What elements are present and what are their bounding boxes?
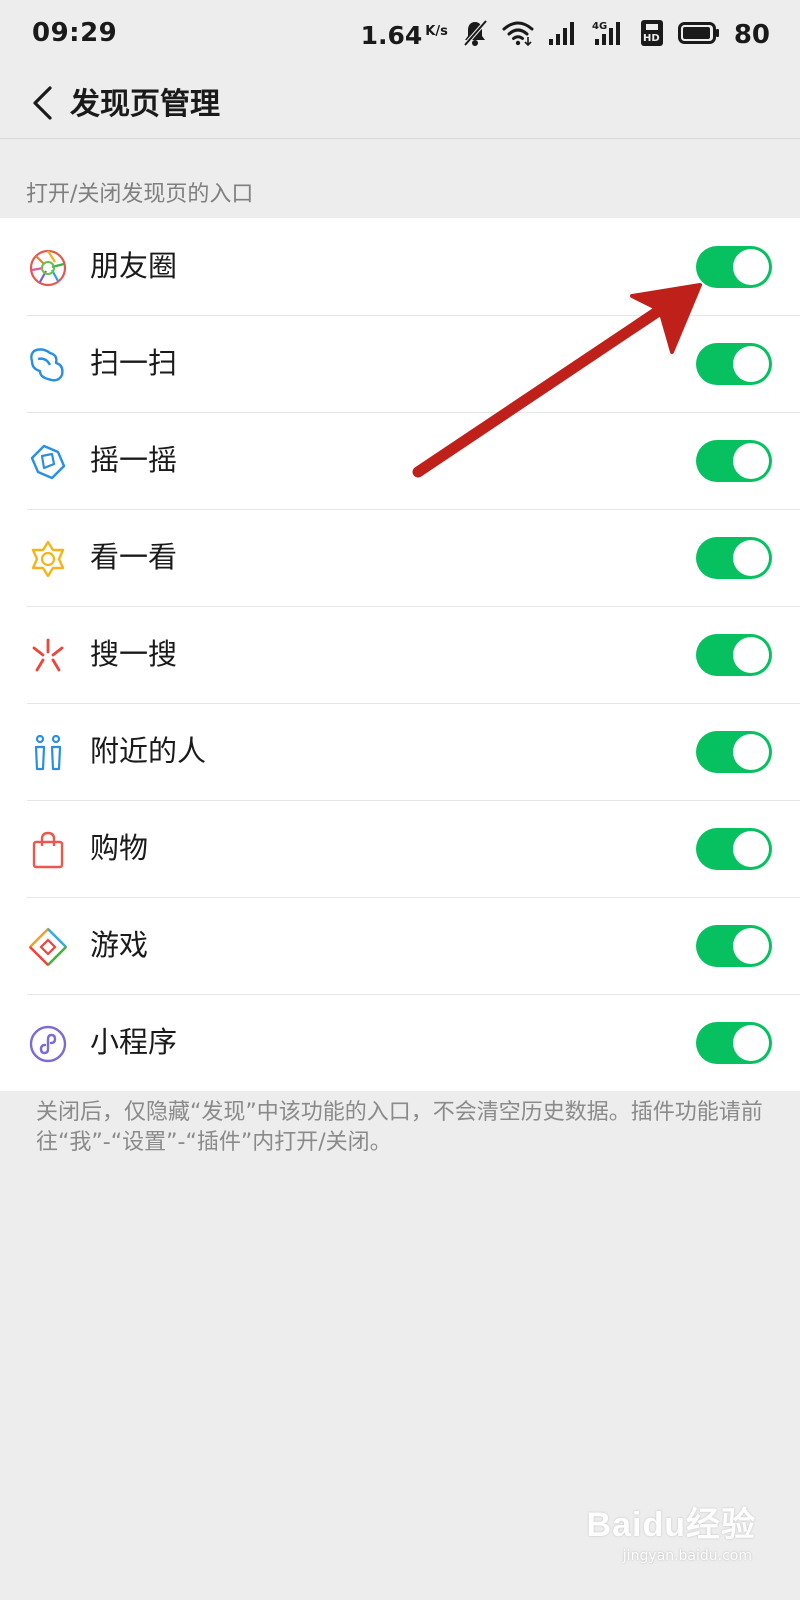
nearby-toggle[interactable]: [696, 731, 772, 773]
svg-text:4G: 4G: [592, 21, 607, 32]
moments-toggle[interactable]: [696, 246, 772, 288]
list-item-scan: 扫一扫: [0, 315, 800, 412]
shopping-bag-icon: [28, 830, 68, 870]
list-item-moments: 朋友圈: [0, 218, 800, 315]
watermark: Baidu经验 jingyan.baidu.com: [587, 1497, 756, 1564]
item-label: 小程序: [90, 1025, 178, 1059]
signal-icon: [548, 20, 578, 50]
toggle-knob: [733, 831, 769, 867]
toggle-knob: [733, 928, 769, 964]
scan-icon: [28, 345, 68, 385]
item-label: 扫一扫: [90, 346, 178, 380]
list-item-shake: 摇一摇: [0, 412, 800, 509]
toggle-knob: [733, 346, 769, 382]
toggle-knob: [733, 637, 769, 673]
footer-note: 关闭后，仅隐藏“发现”中该功能的入口，不会清空历史数据。插件功能请前往“我”-“…: [36, 1100, 763, 1155]
item-label: 搜一搜: [90, 637, 178, 671]
item-label: 游戏: [90, 928, 149, 962]
game-diamond-icon: [28, 927, 68, 967]
status-icons: 1.64 K/s 4G HD 80: [361, 16, 770, 54]
toggle-knob: [733, 734, 769, 770]
network-speed-value: 1.64: [360, 20, 423, 50]
battery-level: 80: [733, 20, 770, 50]
look-toggle[interactable]: [696, 537, 772, 579]
svg-text:HD: HD: [643, 33, 660, 44]
item-label: 附近的人: [90, 734, 207, 768]
games-toggle[interactable]: [696, 925, 772, 967]
discover-entry-list: 朋友圈 扫一扫 摇一摇 看一看 搜一搜 附近的人 购物 游戏 小程序: [0, 218, 800, 1091]
back-button[interactable]: [18, 80, 66, 130]
shake-icon: [28, 442, 68, 482]
shake-toggle[interactable]: [696, 440, 772, 482]
list-item-look: 看一看: [0, 509, 800, 606]
look-star-icon: [28, 539, 68, 579]
mute-bell-icon: [462, 19, 488, 51]
chevron-left-icon: [30, 85, 54, 125]
toggle-knob: [733, 443, 769, 479]
list-item-mini-programs: 小程序: [0, 994, 800, 1091]
title-bar: 发现页管理: [0, 72, 800, 139]
search-spark-icon: [28, 636, 68, 676]
mini-program-icon: [28, 1024, 68, 1064]
section-header: 打开/关闭发现页的入口: [26, 182, 254, 207]
item-label: 朋友圈: [90, 249, 178, 283]
toggle-knob: [733, 1025, 769, 1061]
shopping-toggle[interactable]: [696, 828, 772, 870]
watermark-brand: Baidu经验: [586, 1506, 756, 1544]
page-title: 发现页管理: [70, 87, 220, 122]
search-toggle[interactable]: [696, 634, 772, 676]
nearby-people-icon: [28, 733, 68, 773]
battery-icon: [677, 21, 720, 49]
item-label: 摇一摇: [90, 443, 178, 477]
toggle-knob: [733, 540, 769, 576]
list-item-games: 游戏: [0, 897, 800, 994]
hd-icon: HD: [640, 19, 664, 51]
scan-toggle[interactable]: [696, 343, 772, 385]
network-speed-unit: K/s: [425, 23, 448, 39]
list-item-nearby: 附近的人: [0, 703, 800, 800]
mini-programs-toggle[interactable]: [696, 1022, 772, 1064]
status-bar: 09:29 1.64 K/s 4G HD 80: [0, 0, 800, 72]
watermark-url: jingyan.baidu.com: [622, 1548, 752, 1564]
network-speed: 1.64 K/s: [361, 21, 448, 50]
wifi-icon: [502, 20, 534, 50]
signal-4g-icon: 4G: [592, 19, 626, 51]
toggle-knob: [733, 249, 769, 285]
list-item-shopping: 购物: [0, 800, 800, 897]
item-label: 看一看: [90, 540, 178, 574]
list-item-search: 搜一搜: [0, 606, 800, 703]
moments-aperture-icon: [28, 248, 68, 288]
item-label: 购物: [90, 831, 149, 865]
status-time: 09:29: [32, 18, 118, 48]
